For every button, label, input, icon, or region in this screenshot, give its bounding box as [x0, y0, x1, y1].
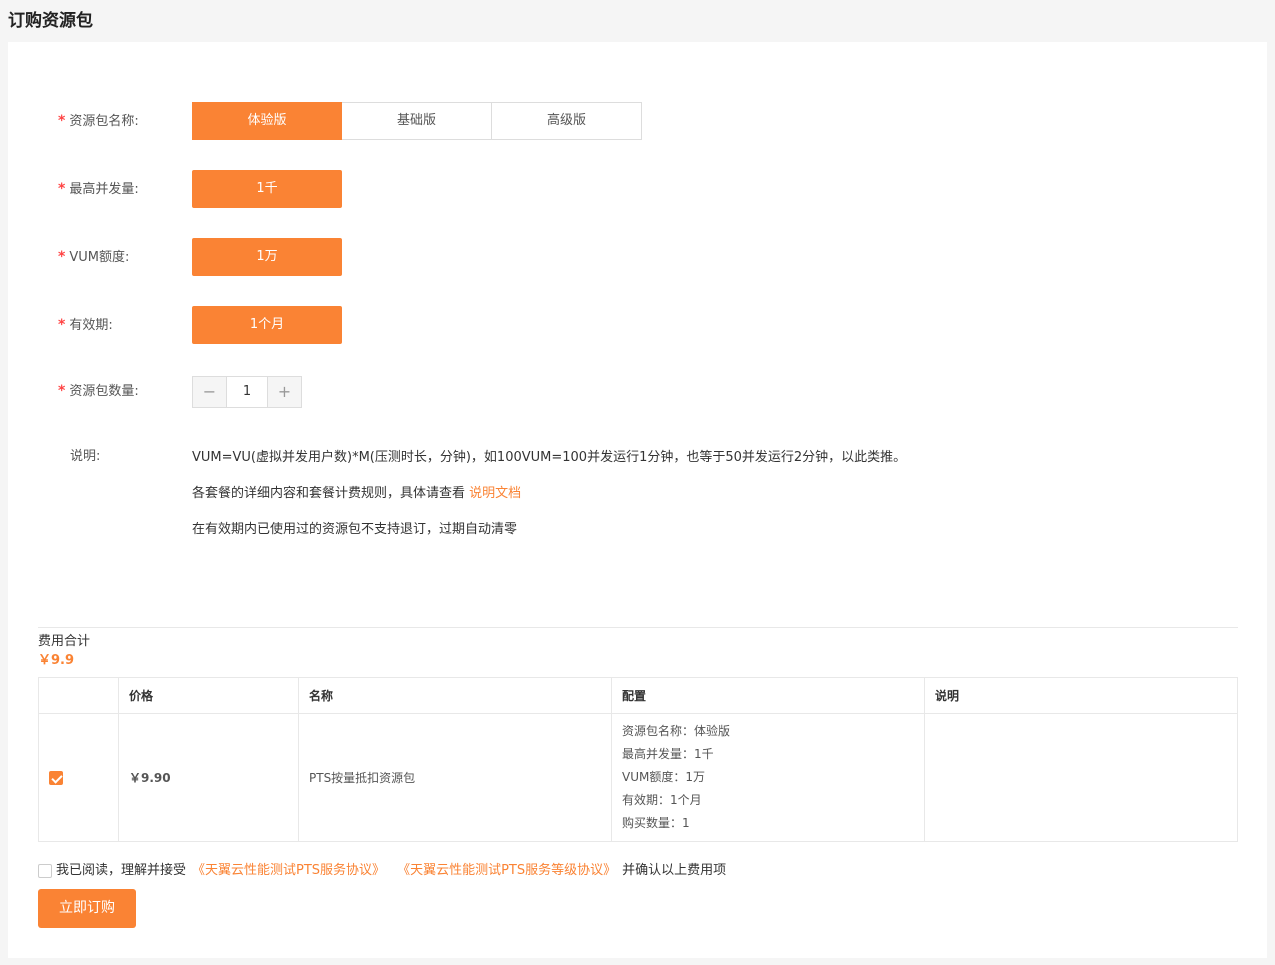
package-name-row: * 资源包名称: 体验版 基础版 高级版	[8, 102, 1267, 140]
minus-icon[interactable]: −	[193, 377, 226, 407]
notes-label: 说明:	[70, 449, 101, 464]
note-line-2-text: 各套餐的详细内容和套餐计费规则，具体请查看	[192, 486, 466, 501]
required-mark: *	[58, 249, 66, 265]
table-row: ￥9.90 PTS按量抵扣资源包 资源包名称：体验版 最高并发量：1千 VUM额…	[38, 713, 1238, 842]
agreement-row: 我已阅读，理解并接受 《天翼云性能测试PTS服务协议》 《天翼云性能测试PTS服…	[38, 862, 726, 880]
submit-order-button[interactable]: 立即订购	[38, 889, 136, 928]
row-note	[924, 713, 1238, 842]
max-concurrency-label: * 最高并发量:	[58, 170, 139, 208]
vum-quota-label-text: VUM额度:	[69, 250, 130, 265]
divider	[38, 627, 1238, 628]
max-concurrency-row: * 最高并发量: 1千	[8, 170, 1267, 208]
vum-quota-option[interactable]: 1万	[192, 238, 342, 276]
agreement-prefix: 我已阅读，理解并接受	[56, 863, 187, 878]
package-name-selector: 体验版 基础版 高级版	[192, 102, 642, 140]
vum-quota-label: * VUM额度:	[58, 238, 129, 276]
header-price: 价格	[118, 677, 299, 714]
total-value: ￥9.9	[38, 653, 75, 668]
quantity-label: * 资源包数量:	[58, 372, 139, 410]
validity-label: * 有效期:	[58, 306, 113, 344]
package-option-trial[interactable]: 体验版	[192, 102, 342, 140]
row-checkbox[interactable]	[49, 770, 63, 785]
service-agreement-link[interactable]: 《天翼云性能测试PTS服务协议》	[192, 862, 385, 880]
row-check-cell	[38, 713, 119, 842]
package-name-label-text: 资源包名称:	[69, 114, 139, 129]
quantity-input[interactable]: 1	[226, 377, 268, 407]
note-line-2: 各套餐的详细内容和套餐计费规则，具体请查看 说明文档	[192, 484, 906, 520]
table-header-row: 价格 名称 配置 说明	[38, 677, 1238, 714]
sla-agreement-link[interactable]: 《天翼云性能测试PTS服务等级协议》	[397, 862, 616, 880]
row-name: PTS按量抵扣资源包	[298, 713, 612, 842]
vum-quota-selector: 1万	[192, 238, 342, 276]
config-line: 最高并发量：1千	[622, 747, 714, 761]
required-mark: *	[58, 383, 66, 399]
note-line-1: VUM=VU(虚拟并发用户数)*M(压测时长，分钟)，如100VUM=100并发…	[192, 450, 907, 465]
notes-block: VUM=VU(虚拟并发用户数)*M(压测时长，分钟)，如100VUM=100并发…	[192, 448, 906, 556]
order-table: 价格 名称 配置 说明 ￥9.90 PTS按量抵扣资源包 资源包名称：体验版 最…	[38, 677, 1238, 842]
quantity-stepper: − 1 +	[192, 376, 302, 408]
validity-selector: 1个月	[192, 306, 342, 344]
header-note: 说明	[924, 677, 1238, 714]
required-mark: *	[58, 181, 66, 197]
header-config: 配置	[611, 677, 925, 714]
total-label: 费用合计	[38, 634, 91, 649]
row-config: 资源包名称：体验版 最高并发量：1千 VUM额度：1万 有效期：1个月 购买数量…	[611, 713, 925, 842]
max-concurrency-option[interactable]: 1千	[192, 170, 342, 208]
docs-link[interactable]: 说明文档	[469, 486, 521, 501]
max-concurrency-label-text: 最高并发量:	[69, 182, 139, 197]
vum-quota-row: * VUM额度: 1万	[8, 238, 1267, 276]
config-line: VUM额度：1万	[622, 770, 705, 784]
max-concurrency-selector: 1千	[192, 170, 342, 208]
row-price: ￥9.90	[118, 713, 299, 842]
header-check	[38, 677, 119, 714]
config-line: 资源包名称：体验版	[622, 724, 731, 738]
package-option-advanced[interactable]: 高级版	[492, 102, 642, 140]
config-line: 购买数量：1	[622, 816, 690, 830]
agreement-suffix: 并确认以上费用项	[622, 863, 727, 878]
page-title: 订购资源包	[8, 11, 93, 31]
quantity-label-text: 资源包数量:	[69, 384, 139, 399]
plus-icon[interactable]: +	[268, 377, 301, 407]
config-line: 有效期：1个月	[622, 793, 702, 807]
validity-label-text: 有效期:	[69, 318, 113, 333]
required-mark: *	[58, 317, 66, 333]
order-panel: * 资源包名称: 体验版 基础版 高级版 * 最高并发量: 1千 * VUM额度: 1…	[8, 42, 1267, 958]
validity-option[interactable]: 1个月	[192, 306, 342, 344]
validity-row: * 有效期: 1个月	[8, 306, 1267, 344]
agreement-checkbox[interactable]	[38, 864, 52, 878]
header-name: 名称	[298, 677, 612, 714]
note-line-3: 在有效期内已使用过的资源包不支持退订，过期自动清零	[192, 522, 518, 537]
package-name-label: * 资源包名称:	[58, 102, 139, 140]
quantity-row: * 资源包数量: − 1 +	[8, 372, 1267, 410]
required-mark: *	[58, 113, 66, 129]
package-option-basic[interactable]: 基础版	[342, 102, 492, 140]
